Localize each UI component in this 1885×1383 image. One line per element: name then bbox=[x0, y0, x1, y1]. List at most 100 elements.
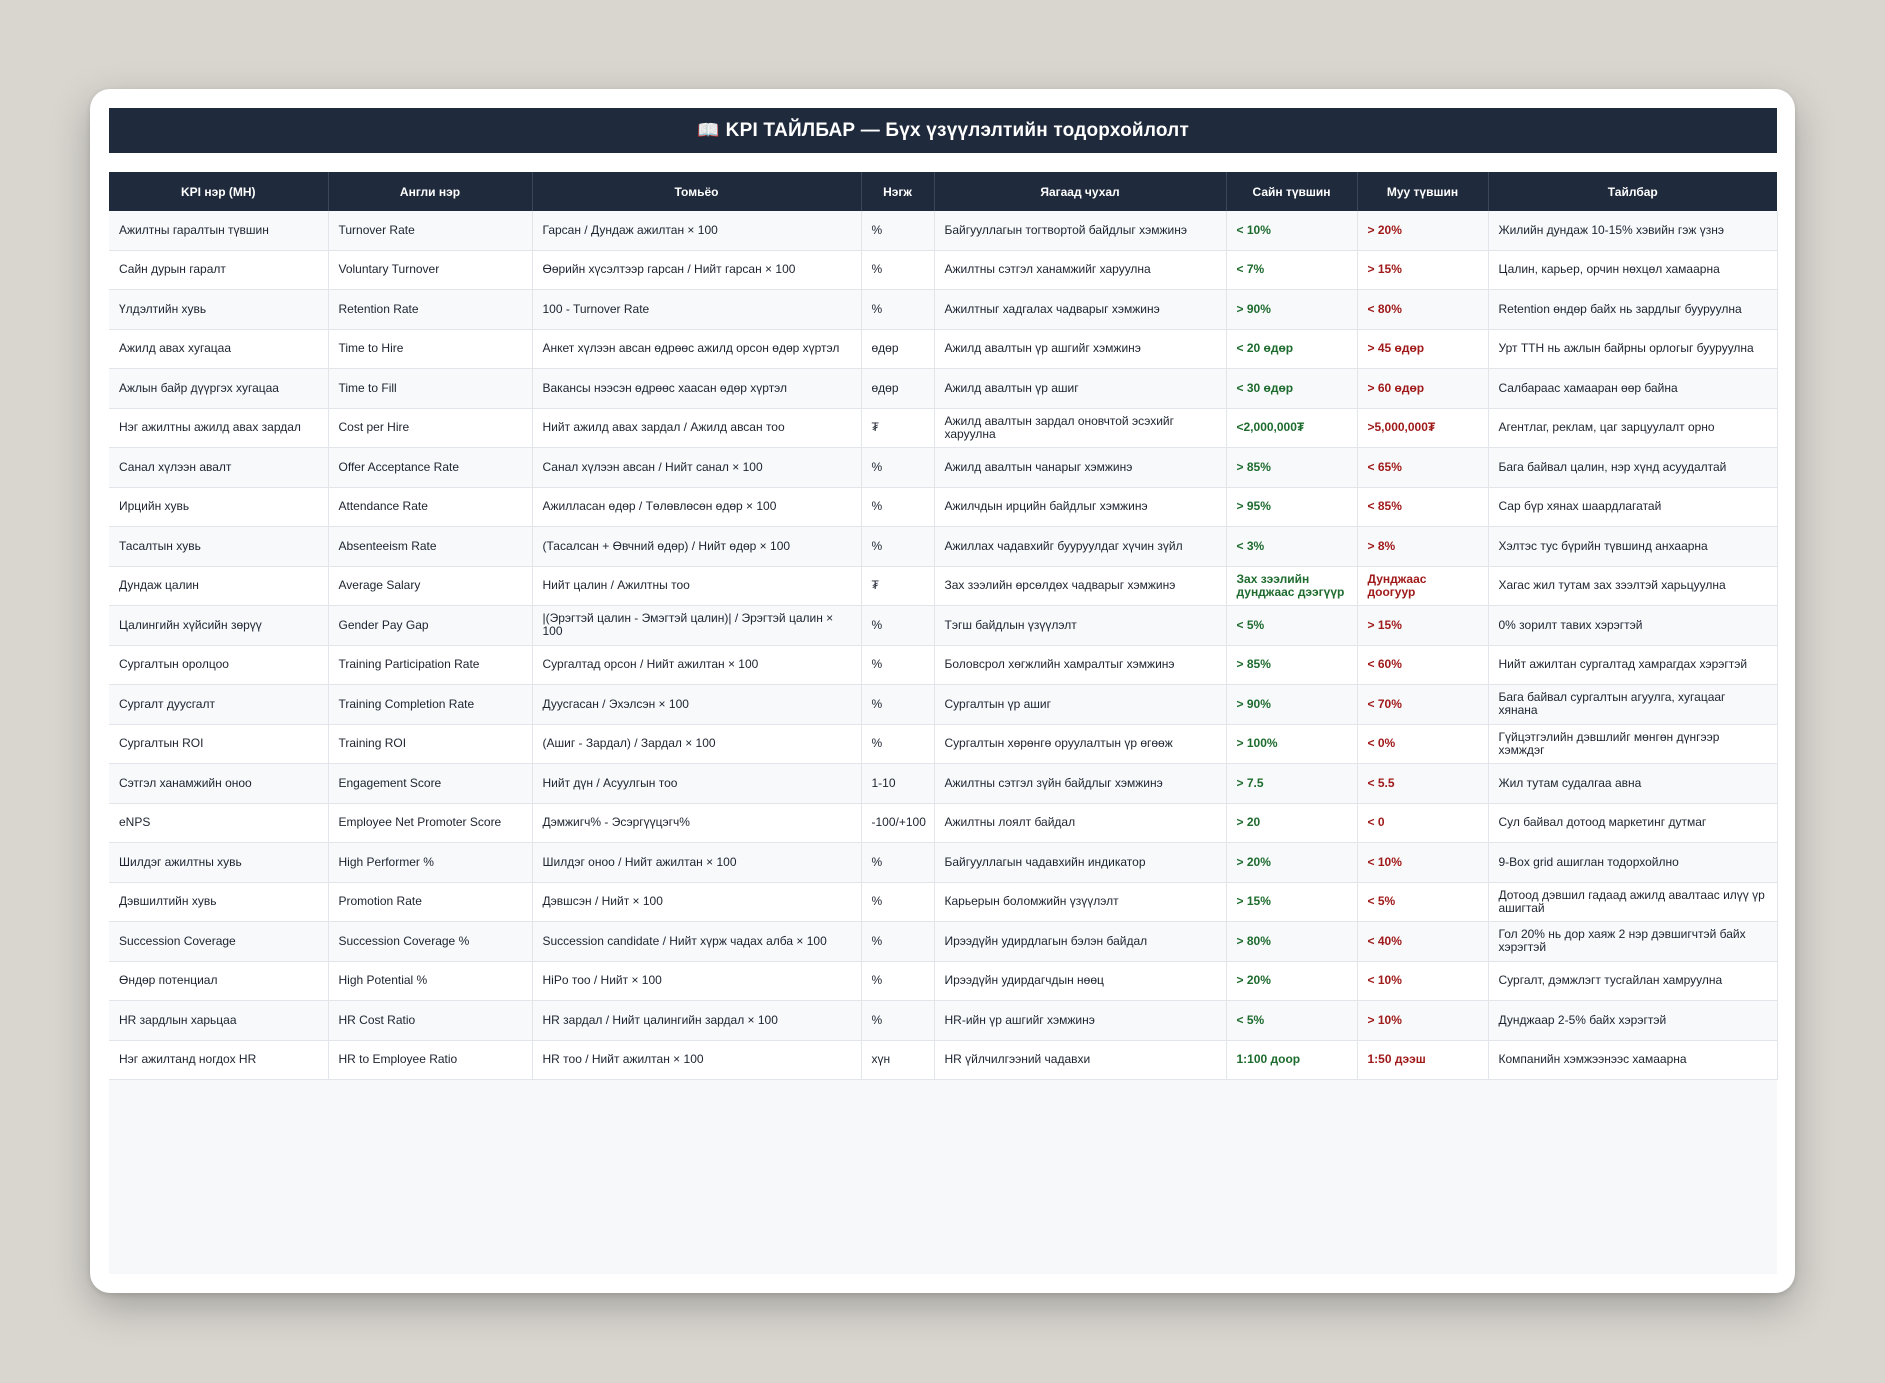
column-header-bad-level[interactable]: Муу түвшин bbox=[1357, 172, 1489, 211]
cell-kpi-name-mn: Сайн дурын гаралт bbox=[109, 250, 329, 290]
cell-unit: % bbox=[861, 961, 935, 1001]
table-row[interactable]: Succession Coverage Succession Coverage %… bbox=[109, 921, 1778, 962]
cell-good-level: > 90% bbox=[1226, 684, 1358, 725]
cell-good-level: < 20 өдөр bbox=[1226, 329, 1358, 369]
table-row[interactable]: Санал хүлээн авалт Offer Acceptance Rate С… bbox=[109, 447, 1778, 488]
column-header-formula[interactable]: Томьёо bbox=[532, 172, 862, 211]
table-row[interactable]: Сургалт дуусгалт Training Completion Rate… bbox=[109, 684, 1778, 725]
cell-formula: (Тасалсан + Өвчний өдөр) / Нийт өдөр × 1… bbox=[532, 526, 862, 567]
cell-importance: Ажилтны лоялт байдал bbox=[934, 803, 1227, 843]
cell-english-name: Attendance Rate bbox=[328, 487, 533, 527]
kpi-sheet: KPI нэр (МН) Англи нэр Томьёо Нэгж Яагаа… bbox=[109, 172, 1778, 1274]
table-row[interactable]: Шилдэг ажилтны хувь High Performer % Шилдэ… bbox=[109, 842, 1778, 883]
cell-formula: Дуусгасан / Эхэлсэн × 100 bbox=[532, 684, 862, 725]
column-header-kpi-name-mn[interactable]: KPI нэр (МН) bbox=[109, 172, 329, 211]
cell-formula: Гарсан / Дундаж ажилтан × 100 bbox=[532, 211, 862, 251]
table-row[interactable]: Нэг ажилтны ажилд авах зардал Cost per Hi… bbox=[109, 408, 1778, 448]
cell-importance: Зах зээлийн өрсөлдөх чадварыг хэмжинэ bbox=[934, 566, 1227, 606]
cell-kpi-name-mn: Ажлын байр дүүргэх хугацаа bbox=[109, 368, 329, 409]
cell-importance: Сургалтын хөрөнгө оруулалтын үр өгөөж bbox=[934, 724, 1227, 764]
cell-description: Бага байвал цалин, нэр хүнд асуудалтай bbox=[1488, 447, 1778, 488]
column-header-unit[interactable]: Нэгж bbox=[861, 172, 935, 211]
cell-unit: өдөр bbox=[861, 368, 935, 409]
cell-english-name: Employee Net Promoter Score bbox=[328, 803, 533, 843]
column-header-description[interactable]: Тайлбар bbox=[1488, 172, 1777, 211]
cell-kpi-name-mn: Сэтгэл ханамжийн оноо bbox=[109, 763, 329, 804]
cell-formula: Дэмжигч% - Эсэргүүцэгч% bbox=[532, 803, 862, 843]
cell-description: Бага байвал сургалтын агуулга, хугацааг … bbox=[1488, 684, 1778, 725]
cell-english-name: Time to Fill bbox=[328, 368, 533, 409]
cell-importance: Ажилчдын ирцийн байдлыг хэмжинэ bbox=[934, 487, 1227, 527]
cell-kpi-name-mn: Ажилд авах хугацаа bbox=[109, 329, 329, 369]
cell-bad-level: > 15% bbox=[1357, 250, 1489, 290]
table-row[interactable]: HR зардлын харьцаа HR Cost Ratio HR зардал… bbox=[109, 1000, 1778, 1041]
cell-unit: % bbox=[861, 842, 935, 883]
table-row[interactable]: Сургалтын оролцоо Training Participation … bbox=[109, 645, 1778, 685]
cell-good-level: < 5% bbox=[1226, 605, 1358, 646]
cell-importance: Карьерын боломжийн үзүүлэлт bbox=[934, 882, 1227, 922]
cell-kpi-name-mn: Санал хүлээн авалт bbox=[109, 447, 329, 488]
cell-unit: % bbox=[861, 921, 935, 962]
table-row[interactable]: Цалингийн хүйсийн зөрүү Gender Pay Gap |(Э… bbox=[109, 605, 1778, 646]
cell-importance: Ажилд авалтын үр ашгийг хэмжинэ bbox=[934, 329, 1227, 369]
table-row[interactable]: Ажлын байр дүүргэх хугацаа Time to Fill Ва… bbox=[109, 368, 1778, 409]
cell-good-level: < 3% bbox=[1226, 526, 1358, 567]
cell-good-level: > 90% bbox=[1226, 289, 1358, 330]
cell-importance: HR үйлчилгээний чадавхи bbox=[934, 1040, 1227, 1080]
cell-bad-level: < 40% bbox=[1357, 921, 1489, 962]
cell-description: Сургалт, дэмжлэгт тусгайлан хамруулна bbox=[1488, 961, 1778, 1001]
cell-bad-level: Дунджаас доогуур bbox=[1357, 566, 1489, 606]
table-row[interactable]: Ажилд авах хугацаа Time to Hire Анкет хүлэ… bbox=[109, 329, 1778, 369]
cell-unit: хүн bbox=[861, 1040, 935, 1080]
cell-english-name: Engagement Score bbox=[328, 763, 533, 804]
table-row[interactable]: Дундаж цалин Average Salary Нийт цалин / А… bbox=[109, 566, 1778, 606]
cell-description: Гол 20% нь дор хаяж 2 нэр дэвшигчтэй бай… bbox=[1488, 921, 1778, 962]
cell-importance: Байгууллагын тогтвортой байдлыг хэмжинэ bbox=[934, 211, 1227, 251]
cell-bad-level: < 10% bbox=[1357, 842, 1489, 883]
cell-formula: Нийт цалин / Ажилтны тоо bbox=[532, 566, 862, 606]
table-row[interactable]: Сэтгэл ханамжийн оноо Engagement Score Ний… bbox=[109, 763, 1778, 804]
table-row[interactable]: Үлдэлтийн хувь Retention Rate 100 - Turnov… bbox=[109, 289, 1778, 330]
table-row[interactable]: eNPS Employee Net Promoter Score Дэмжигч% … bbox=[109, 803, 1778, 843]
cell-kpi-name-mn: Нэг ажилтанд ногдох HR bbox=[109, 1040, 329, 1080]
table-row[interactable]: Сайн дурын гаралт Voluntary Turnover Өөрий… bbox=[109, 250, 1778, 290]
cell-importance: Ажилд авалтын үр ашиг bbox=[934, 368, 1227, 409]
table-row[interactable]: Сургалтын ROI Training ROI (Ашиг - Зардал)… bbox=[109, 724, 1778, 764]
cell-formula: (Ашиг - Зардал) / Зардал × 100 bbox=[532, 724, 862, 764]
cell-bad-level: > 60 өдөр bbox=[1357, 368, 1489, 409]
cell-good-level: > 95% bbox=[1226, 487, 1358, 527]
cell-bad-level: > 20% bbox=[1357, 211, 1489, 251]
cell-bad-level: < 60% bbox=[1357, 645, 1489, 685]
table-row[interactable]: Дэвшилтийн хувь Promotion Rate Дэвшсэн / Н… bbox=[109, 882, 1778, 922]
cell-english-name: Succession Coverage % bbox=[328, 921, 533, 962]
cell-english-name: Absenteeism Rate bbox=[328, 526, 533, 567]
cell-formula: Анкет хүлээн авсан өдрөөс ажилд орсон өд… bbox=[532, 329, 862, 369]
cell-english-name: High Potential % bbox=[328, 961, 533, 1001]
column-header-good-level[interactable]: Сайн түвшин bbox=[1226, 172, 1358, 211]
cell-good-level: > 85% bbox=[1226, 447, 1358, 488]
cell-unit: -100/+100 bbox=[861, 803, 935, 843]
cell-unit: 1-10 bbox=[861, 763, 935, 804]
table-row[interactable]: Тасалтын хувь Absenteeism Rate (Тасалсан +… bbox=[109, 526, 1778, 567]
cell-kpi-name-mn: Succession Coverage bbox=[109, 921, 329, 962]
cell-description: 0% зорилт тавих хэрэгтэй bbox=[1488, 605, 1778, 646]
column-header-importance[interactable]: Яагаад чухал bbox=[934, 172, 1227, 211]
column-header-english-name[interactable]: Англи нэр bbox=[328, 172, 533, 211]
page-title: 📖 KPI ТАЙЛБАР — Бүх үзүүлэлтийн тодорхой… bbox=[109, 108, 1777, 153]
cell-importance: Ажилд авалтын чанарыг хэмжинэ bbox=[934, 447, 1227, 488]
cell-good-level: > 20 bbox=[1226, 803, 1358, 843]
cell-importance: HR-ийн үр ашгийг хэмжинэ bbox=[934, 1000, 1227, 1041]
table-row[interactable]: Өндөр потенциал High Potential % HiPo тоо … bbox=[109, 961, 1778, 1001]
cell-english-name: Average Salary bbox=[328, 566, 533, 606]
cell-english-name: Cost per Hire bbox=[328, 408, 533, 448]
cell-formula: Нийт ажилд авах зардал / Ажилд авсан тоо bbox=[532, 408, 862, 448]
cell-importance: Ажилтныг хадгалах чадварыг хэмжинэ bbox=[934, 289, 1227, 330]
cell-description: Салбараас хамааран өөр байна bbox=[1488, 368, 1778, 409]
cell-formula: 100 - Turnover Rate bbox=[532, 289, 862, 330]
cell-good-level: Зах зээлийн дунджаас дээгүүр bbox=[1226, 566, 1358, 606]
table-row[interactable]: Ирцийн хувь Attendance Rate Ажилласан өдөр… bbox=[109, 487, 1778, 527]
cell-formula: |(Эрэгтэй цалин - Эмэгтэй цалин)| / Эрэг… bbox=[532, 605, 862, 646]
table-row[interactable]: Нэг ажилтанд ногдох HR HR to Employee Rat… bbox=[109, 1040, 1778, 1080]
table-row[interactable]: Ажилтны гаралтын түвшин Turnover Rate Гарс… bbox=[109, 211, 1778, 251]
cell-good-level: > 20% bbox=[1226, 842, 1358, 883]
